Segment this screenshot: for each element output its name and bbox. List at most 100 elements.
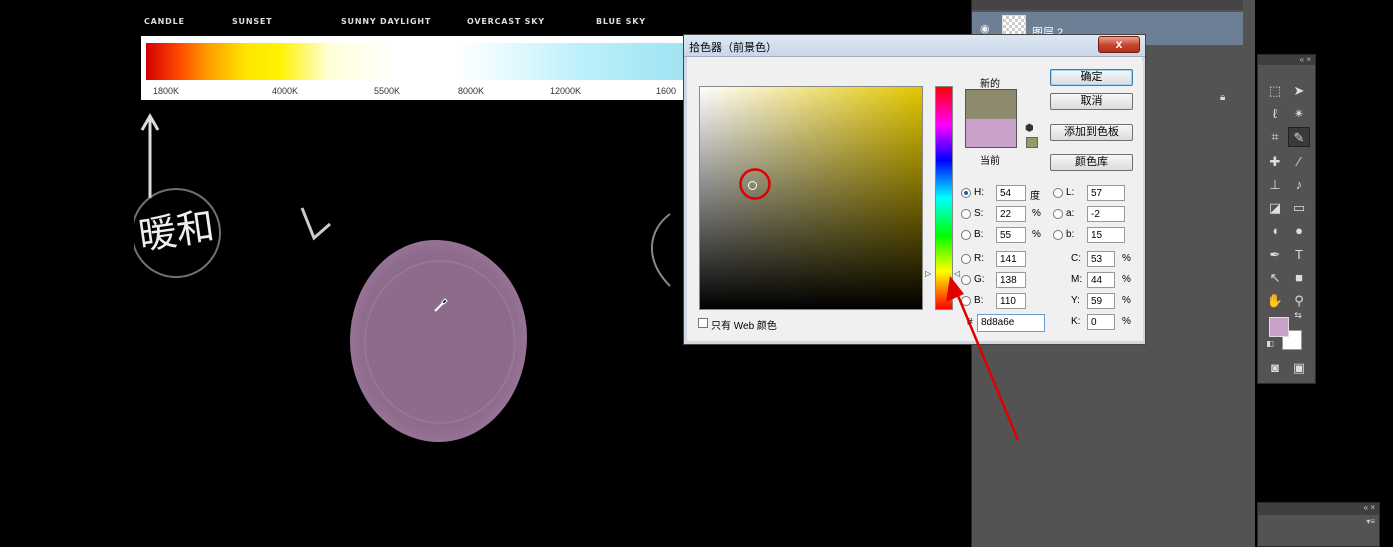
ok-button[interactable]: 确定 <box>1050 69 1133 86</box>
yellow-label: Y: <box>1071 295 1080 306</box>
yellow-field[interactable]: 59 <box>1087 293 1115 309</box>
saturation-radio[interactable] <box>961 209 971 219</box>
healing-brush-tool-icon[interactable]: ✚ <box>1264 152 1286 172</box>
shape-tool-icon[interactable]: ■ <box>1288 268 1310 288</box>
lock-icon: 🔒︎ <box>1220 92 1226 103</box>
layers-options-strip <box>972 0 1243 10</box>
clone-stamp-tool-icon[interactable]: ⊥ <box>1264 175 1286 195</box>
magenta-field[interactable]: 44 <box>1087 272 1115 288</box>
cyan-unit: % <box>1122 253 1131 264</box>
temp-label-candle: CANDLE <box>144 17 185 26</box>
eyedropper-tool-icon[interactable]: ✎ <box>1288 127 1310 147</box>
yellow-unit: % <box>1122 295 1131 306</box>
collapsed-panel: « × ▾≡ <box>1257 502 1380 547</box>
new-color-swatch <box>965 89 1017 119</box>
marquee-tool-icon[interactable]: ⬚ <box>1264 81 1286 101</box>
dodge-tool-icon[interactable]: ● <box>1288 221 1310 241</box>
temp-tick: 12000K <box>550 86 582 96</box>
blur-tool-icon[interactable]: ◖ <box>1264 221 1286 241</box>
move-tool-icon[interactable]: ➤ <box>1288 81 1310 101</box>
chalk-arc <box>651 213 671 287</box>
close-button[interactable]: x <box>1098 36 1140 53</box>
temp-tick: 8000K <box>458 86 485 96</box>
quick-mask-icon[interactable]: ◙ <box>1264 358 1286 378</box>
painted-circle <box>350 240 527 442</box>
dialog-title: 拾色器（前景色） <box>689 42 777 54</box>
add-to-swatches-button[interactable]: 添加到色板 <box>1050 124 1133 141</box>
type-tool-icon[interactable]: T <box>1288 245 1310 265</box>
web-safe-swatch[interactable] <box>1026 137 1038 148</box>
hand-tool-icon[interactable]: ✋ <box>1264 291 1286 311</box>
zoom-tool-icon[interactable]: ⚲ <box>1288 291 1310 311</box>
default-colors-icon[interactable]: ◧ <box>1264 338 1276 350</box>
temp-label-overcast-sky: OVERCAST SKY <box>467 17 545 26</box>
color-libraries-button[interactable]: 颜色库 <box>1050 154 1133 171</box>
brightness-unit: % <box>1032 229 1041 240</box>
foreground-color-swatch[interactable] <box>1269 317 1289 337</box>
eraser-tool-icon[interactable]: ◪ <box>1264 198 1286 218</box>
eyedropper-cursor-icon <box>434 298 448 312</box>
pen-tool-icon[interactable]: ✒ <box>1264 245 1286 265</box>
temp-tick: 1600 <box>656 86 677 96</box>
saturation-label: S: <box>974 208 984 219</box>
saturation-brightness-field[interactable] <box>699 86 923 310</box>
hue-marker-left-icon[interactable]: ▷ <box>925 269 931 278</box>
lab-a-label: a: <box>1066 208 1075 219</box>
black-field[interactable]: 0 <box>1087 314 1115 330</box>
lab-b-field[interactable]: 15 <box>1087 227 1125 243</box>
cyan-label: C: <box>1071 253 1081 264</box>
temp-tick: 5500K <box>374 86 401 96</box>
magic-wand-tool-icon[interactable]: ✴ <box>1288 104 1310 124</box>
swap-colors-icon[interactable]: ⇆ <box>1292 309 1304 321</box>
black-unit: % <box>1122 316 1131 327</box>
brush-tool-icon[interactable]: ⁄ <box>1288 152 1310 172</box>
temp-tick: 4000K <box>272 86 299 96</box>
black-label: K: <box>1071 316 1081 327</box>
panel-menu-icon[interactable]: ▾≡ <box>1366 517 1375 526</box>
lasso-tool-icon[interactable]: ℓ <box>1264 104 1286 124</box>
temp-label-blue-sky: BLUE SKY <box>596 17 646 26</box>
lab-l-radio[interactable] <box>1053 188 1063 198</box>
lab-l-field[interactable]: 57 <box>1087 185 1125 201</box>
color-temperature-labels: CANDLE SUNSET SUNNY DAYLIGHT OVERCAST SK… <box>0 17 700 29</box>
red-radio[interactable] <box>961 254 971 264</box>
brightness-radio[interactable] <box>961 230 971 240</box>
dialog-title-bar[interactable]: 拾色器（前景色） x <box>684 35 1145 57</box>
hue-radio[interactable] <box>961 188 971 198</box>
saturation-field[interactable]: 22 <box>996 206 1026 222</box>
lab-b-radio[interactable] <box>1053 230 1063 240</box>
red-field[interactable]: 141 <box>996 251 1026 267</box>
color-temperature-chart: 1800K 4000K 5500K 8000K 12000K 1600 <box>141 36 701 100</box>
cyan-field[interactable]: 53 <box>1087 251 1115 267</box>
crop-tool-icon[interactable]: ⌗ <box>1264 127 1286 147</box>
checkbox-box[interactable] <box>698 318 708 328</box>
tools-panel: « × ⬚ ➤ ℓ ✴ ⌗ ✎ ✚ ⁄ ⊥ ♪ ◪ ▭ ◖ ● ✒ T ↖ ■ … <box>1257 54 1316 384</box>
collapsed-panel-header[interactable]: « × <box>1258 503 1379 515</box>
gradient-tool-icon[interactable]: ▭ <box>1288 198 1310 218</box>
eye-icon[interactable]: ◉ <box>980 22 992 35</box>
cube-icon[interactable]: ⬢ <box>1025 123 1034 134</box>
web-colors-only-label: 只有 Web 颜色 <box>711 321 777 332</box>
history-brush-tool-icon[interactable]: ♪ <box>1288 175 1310 195</box>
path-selection-tool-icon[interactable]: ↖ <box>1264 268 1286 288</box>
lab-a-radio[interactable] <box>1053 209 1063 219</box>
red-arrow-annotation <box>946 276 1020 441</box>
temp-label-sunset: SUNSET <box>232 17 273 26</box>
lab-a-field[interactable]: -2 <box>1087 206 1125 222</box>
lab-l-label: L: <box>1066 187 1075 198</box>
temp-tick: 1800K <box>153 86 180 96</box>
color-temperature-gradient <box>146 43 701 80</box>
magenta-label: M: <box>1071 274 1083 285</box>
hue-label: H: <box>974 187 984 198</box>
hue-field[interactable]: 54 <box>996 185 1026 201</box>
tools-panel-header[interactable]: « × <box>1258 55 1315 65</box>
current-color-swatch[interactable] <box>965 119 1017 148</box>
brightness-field[interactable]: 55 <box>996 227 1026 243</box>
brightness-label: B: <box>974 229 984 240</box>
cancel-button[interactable]: 取消 <box>1050 93 1133 110</box>
red-label: R: <box>974 253 984 264</box>
red-circle-annotation <box>739 168 771 200</box>
screen-mode-icon[interactable]: ▣ <box>1288 358 1310 378</box>
magenta-unit: % <box>1122 274 1131 285</box>
dialog-body: ▷ ◁ 新的 当前 ⬢ 确定 取消 添加到色板 颜色库 H: 54 度 S: 2… <box>688 61 1143 341</box>
